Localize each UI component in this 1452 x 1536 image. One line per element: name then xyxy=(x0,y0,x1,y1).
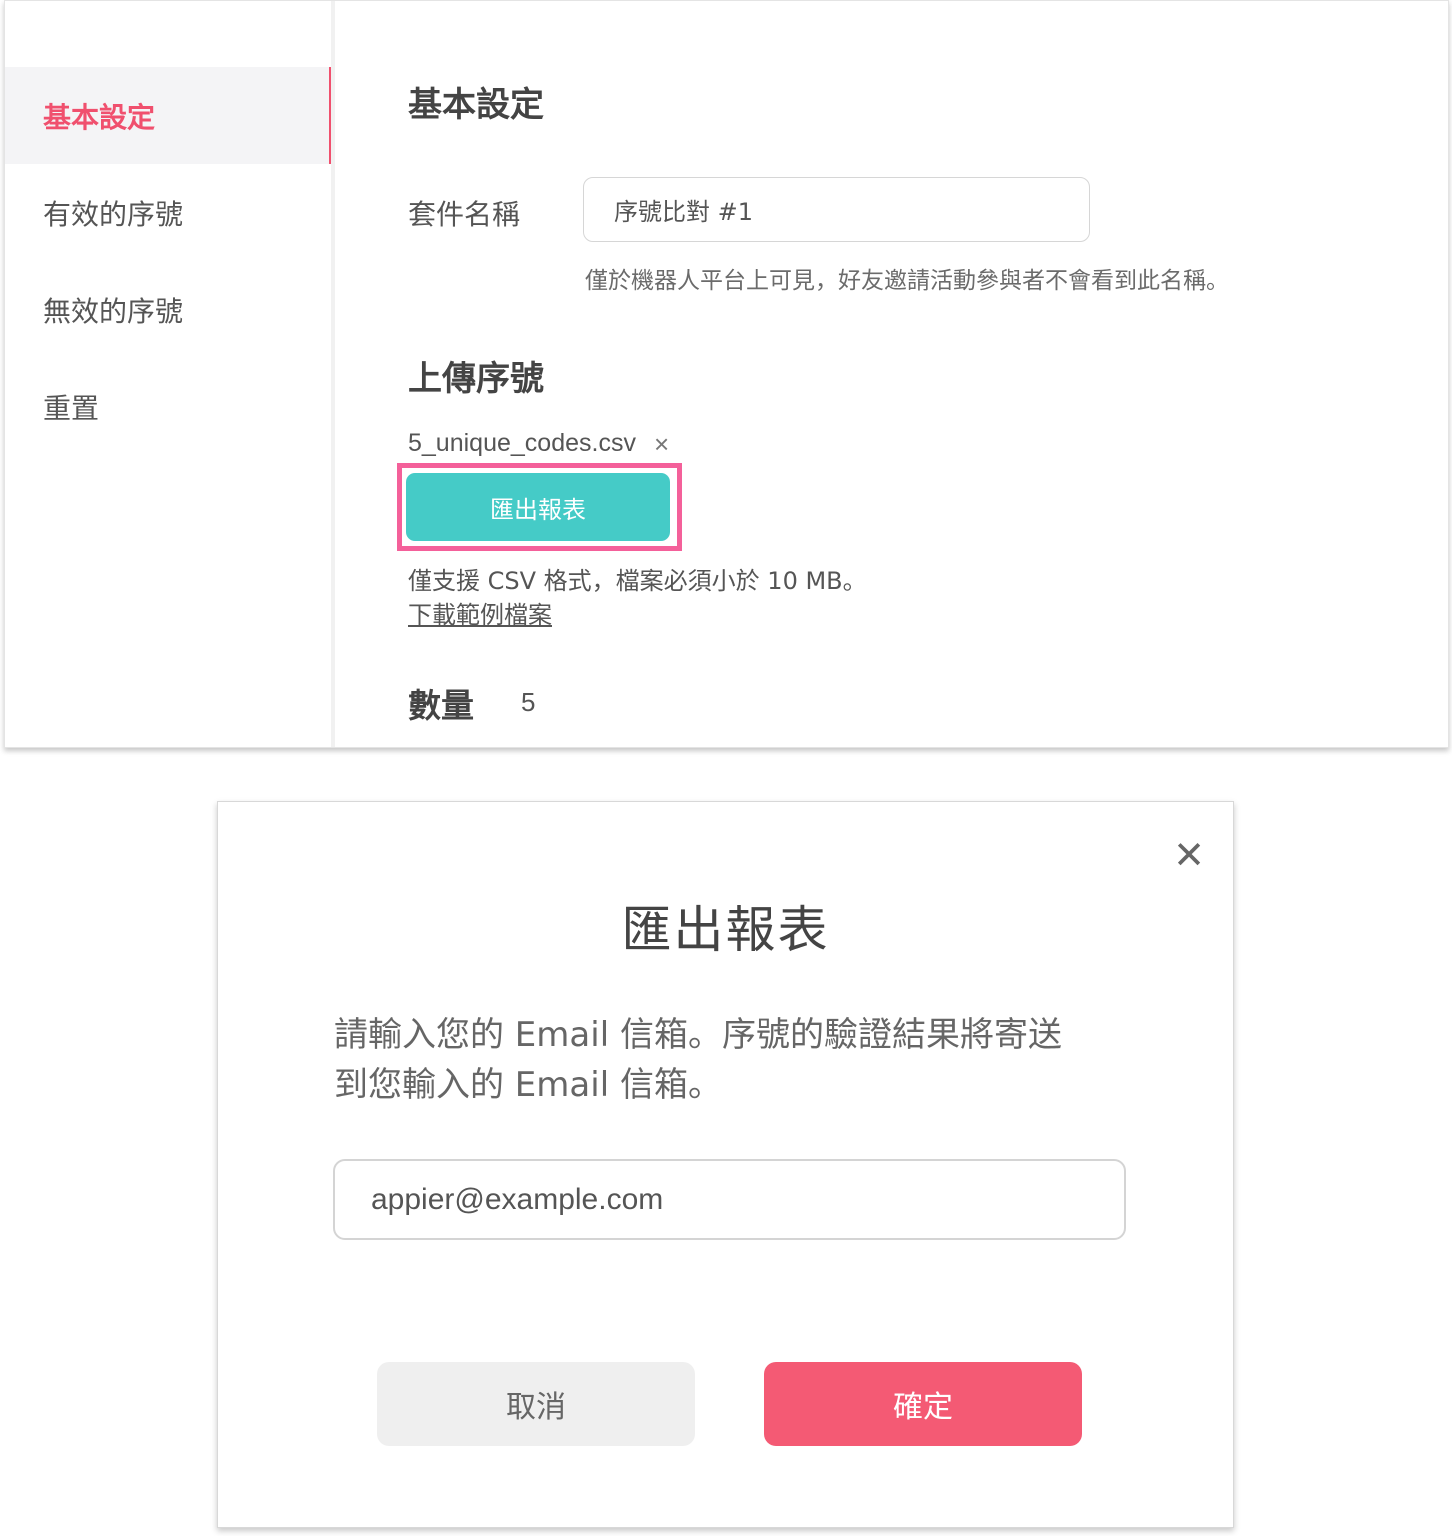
settings-panel: 基本設定 有效的序號 無效的序號 重置 基本設定 套件名稱 僅於機器人平台上可見… xyxy=(4,0,1449,748)
confirm-button[interactable]: 確定 xyxy=(764,1362,1082,1446)
modal-title: 匯出報表 xyxy=(621,901,830,959)
uploaded-filename: 5_unique_codes.csv xyxy=(408,429,636,457)
download-sample-link[interactable]: 下載範例檔案 xyxy=(408,595,552,630)
sidebar-item-invalid-codes[interactable]: 無效的序號 xyxy=(5,261,333,358)
package-name-hint: 僅於機器人平台上可見，好友邀請活動參與者不會看到此名稱。 xyxy=(585,268,1229,294)
sidebar-item-basic-settings[interactable]: 基本設定 xyxy=(5,67,333,164)
sidebar-item-label: 無效的序號 xyxy=(43,294,184,328)
sidebar-item-label: 重置 xyxy=(43,391,100,425)
sidebar-item-valid-codes[interactable]: 有效的序號 xyxy=(5,164,333,261)
upload-section-title: 上傳序號 xyxy=(408,359,544,399)
sidebar-item-label: 有效的序號 xyxy=(43,197,184,231)
modal-message-line-2: 到您輸入的 Email 信箱。 xyxy=(334,1065,722,1105)
package-name-input[interactable] xyxy=(583,177,1090,242)
main-content: 基本設定 套件名稱 僅於機器人平台上可見，好友邀請活動參與者不會看到此名稱。 上… xyxy=(335,1,1448,747)
export-modal: ✕ 匯出報表 請輸入您的 Email 信箱。序號的驗證結果將寄送 到您輸入的 E… xyxy=(217,801,1234,1528)
cancel-button[interactable]: 取消 xyxy=(377,1362,695,1446)
sidebar-item-label: 基本設定 xyxy=(43,100,156,134)
uploaded-file: 5_unique_codes.csv × xyxy=(408,429,669,458)
sidebar-item-reset[interactable]: 重置 xyxy=(5,358,333,455)
remove-file-icon[interactable]: × xyxy=(654,431,669,457)
close-icon[interactable]: ✕ xyxy=(1173,836,1205,874)
package-name-label: 套件名稱 xyxy=(408,198,521,231)
upload-note: 僅支援 CSV 格式，檔案必須小於 10 MB。 xyxy=(408,567,867,595)
quantity-value: 5 xyxy=(521,687,536,717)
quantity-label: 數量 xyxy=(408,686,474,725)
sidebar: 基本設定 有效的序號 無效的序號 重置 xyxy=(5,1,333,747)
page-title: 基本設定 xyxy=(408,85,544,125)
modal-message-line-1: 請輸入您的 Email 信箱。序號的驗證結果將寄送 xyxy=(334,1015,1062,1055)
modal-message: 請輸入您的 Email 信箱。序號的驗證結果將寄送 到您輸入的 Email 信箱… xyxy=(334,1010,1134,1110)
email-input[interactable] xyxy=(333,1159,1126,1240)
export-report-button[interactable]: 匯出報表 xyxy=(406,473,670,541)
